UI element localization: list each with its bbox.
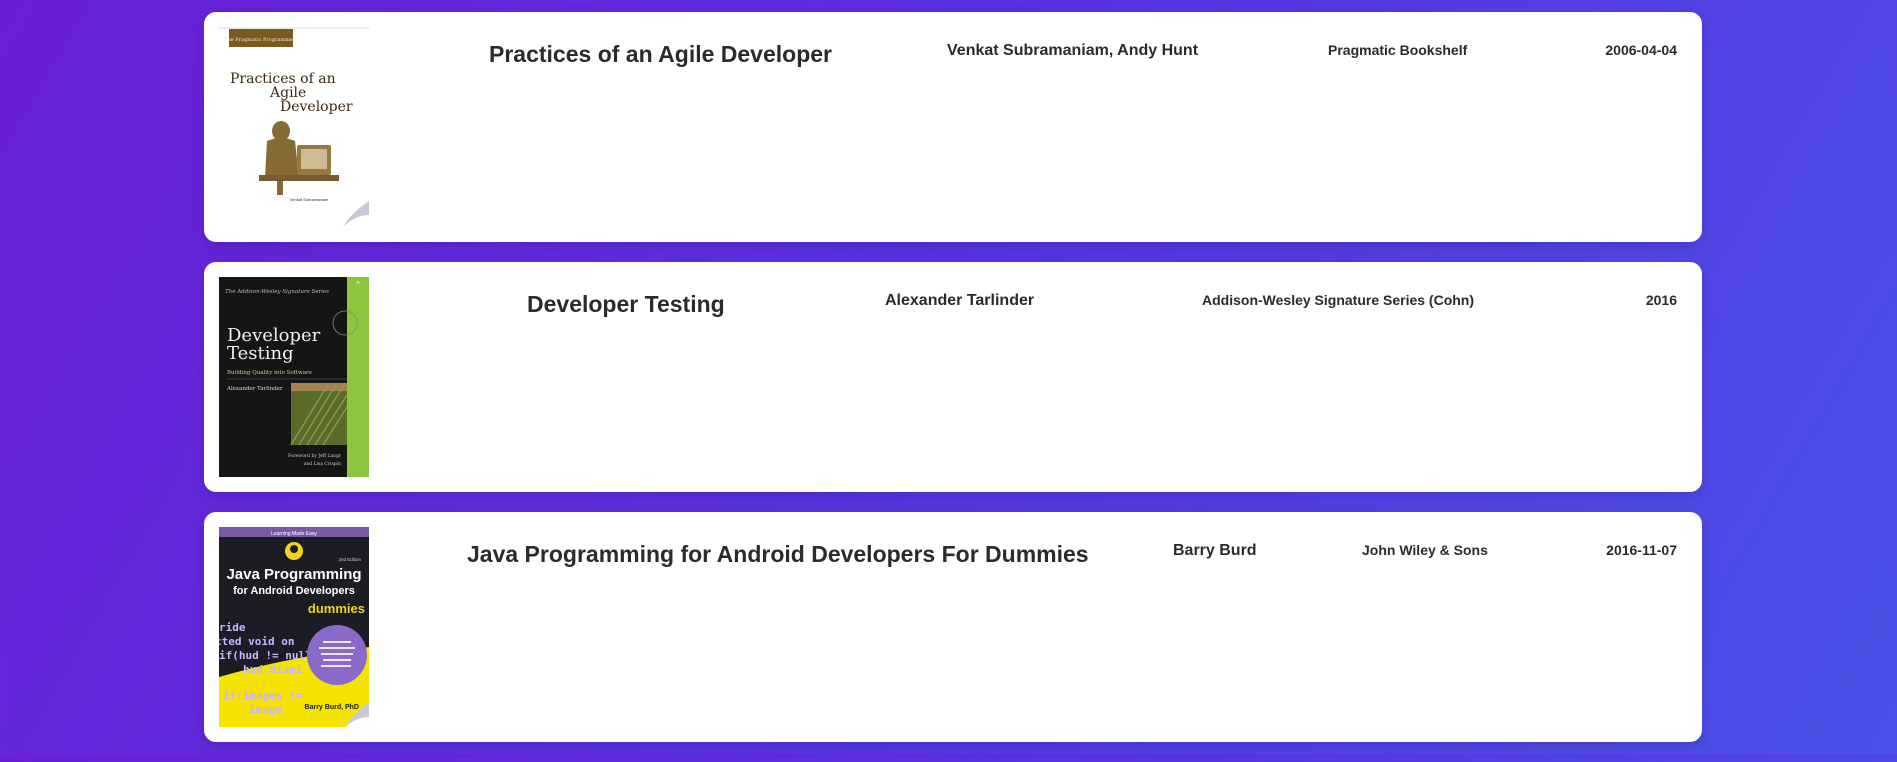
- book-title[interactable]: Practices of an Agile Developer: [489, 41, 832, 68]
- book-cover-image: Learning Made Easy 2nd Edition Java Prog…: [219, 527, 369, 727]
- svg-text:^: ^: [356, 280, 360, 289]
- book-cover-image: The Pragmatic Programmers Practices of a…: [219, 27, 369, 227]
- cover-series-text: The Addison-Wesley Signature Series: [225, 289, 329, 295]
- book-card[interactable]: Learning Made Easy 2nd Edition Java Prog…: [204, 512, 1702, 742]
- cover-subtitle-text: Building Quality into Software: [227, 370, 312, 376]
- cover-title-line: Testing: [227, 343, 294, 364]
- book-publisher: John Wiley & Sons: [1362, 542, 1488, 558]
- cover-brand-text: dummies: [308, 601, 365, 616]
- cover-code-line: ride: [219, 621, 246, 634]
- book-title[interactable]: Developer Testing: [527, 291, 725, 318]
- cover-foreword-text: and Lisa Crispin: [304, 461, 341, 467]
- book-date: 2006-04-04: [1605, 42, 1677, 58]
- cover-code-line: cted void on: [219, 635, 294, 648]
- book-title[interactable]: Java Programming for Android Developers …: [467, 541, 1089, 568]
- cover-code-line: if(images !=: [223, 689, 303, 702]
- cover-top-text: Learning Made Easy: [271, 531, 317, 537]
- cover-foreword-text: Foreword by Jeff Langr: [288, 453, 342, 459]
- book-card[interactable]: The Pragmatic Programmers Practices of a…: [204, 12, 1702, 242]
- book-list: The Pragmatic Programmers Practices of a…: [204, 12, 1702, 762]
- book-card[interactable]: ^ The Addison-Wesley Signature Series De…: [204, 262, 1702, 492]
- cover-title-line: Developer: [280, 99, 353, 115]
- book-author: Barry Burd: [1173, 542, 1257, 559]
- cover-code-line: hud.dismi: [243, 663, 303, 676]
- book-author: Alexander Tarlinder: [885, 292, 1035, 309]
- book-date: 2016-11-07: [1606, 542, 1677, 558]
- book-author: Venkat Subramaniam, Andy Hunt: [947, 42, 1199, 59]
- book-publisher: Addison-Wesley Signature Series (Cohn): [1202, 292, 1475, 308]
- book-cover-image: ^ The Addison-Wesley Signature Series De…: [219, 277, 369, 477]
- cover-code-line: image: [249, 703, 282, 716]
- cover-edition-text: 2nd Edition: [338, 557, 361, 562]
- cover-author-text: Barry Burd, PhD: [305, 704, 359, 711]
- cover-badge-text: The Pragmatic Programmers: [224, 37, 298, 43]
- cover-author-text: Venkat Subramaniam: [290, 197, 329, 202]
- cover-author-text: Alexander Tarlinder: [226, 386, 283, 392]
- cover-title-line: Java Programming: [226, 566, 361, 583]
- cover-code-line: if(hud != null: [219, 649, 312, 662]
- book-date: 2016: [1645, 292, 1677, 308]
- book-publisher: Pragmatic Bookshelf: [1328, 42, 1468, 58]
- cover-title-line: for Android Developers: [233, 585, 355, 597]
